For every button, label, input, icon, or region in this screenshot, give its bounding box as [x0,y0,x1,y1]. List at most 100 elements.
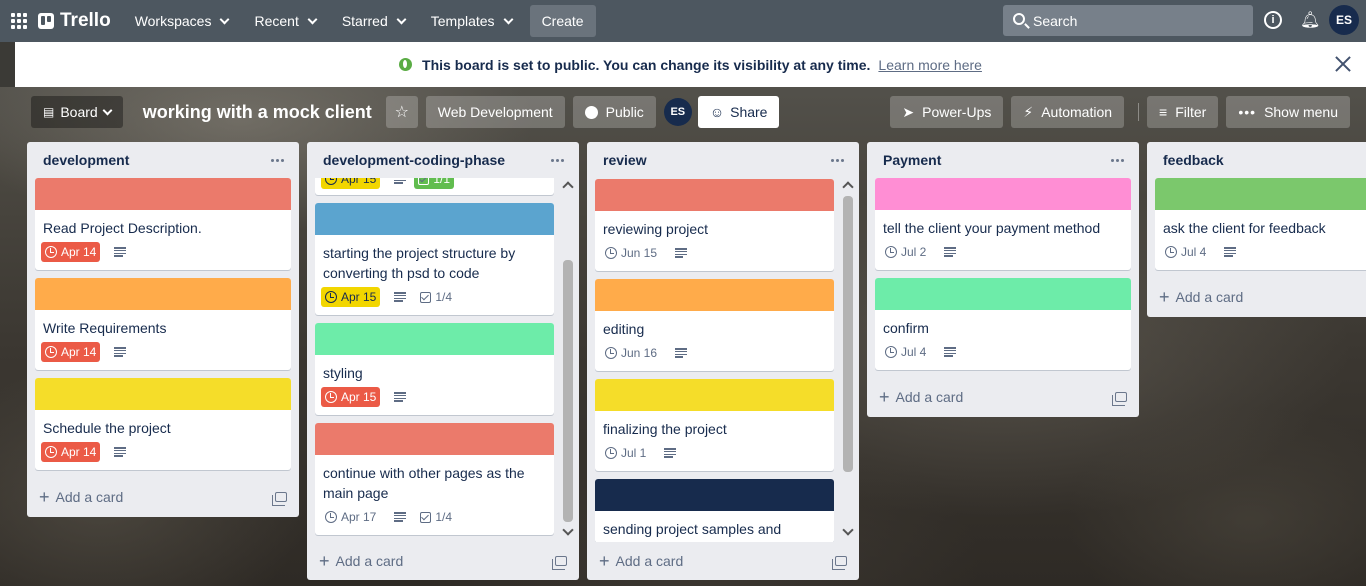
trello-logo[interactable]: Trello [38,10,111,32]
due-date-badge[interactable]: Apr 14 [41,242,101,262]
brand-name: Trello [60,10,111,31]
notifications-bell-icon[interactable]: 🔔︎ [1300,10,1320,30]
list-menu-icon[interactable] [827,158,847,162]
clock-icon [45,446,57,458]
list-header[interactable]: review [587,142,859,178]
list-header[interactable]: development-coding-phase [307,142,579,178]
visibility-button[interactable]: Public [572,96,656,128]
search-icon [1013,13,1025,25]
automation-button[interactable]: ⚡︎ Automation [1011,96,1125,128]
starred-menu[interactable]: Starred [332,5,415,37]
search-input[interactable]: Search [1003,5,1253,36]
info-icon[interactable]: i [1264,11,1282,29]
scroll-down-arrow[interactable] [842,524,854,536]
due-date-badge[interactable]: Apr 15 [321,387,381,407]
create-button[interactable]: Create [529,5,596,37]
description-icon [114,347,127,357]
card[interactable]: continue with other pages as the main pa… [315,423,554,535]
scrollbar-thumb[interactable] [563,260,573,522]
card-title: tell the client your payment method [883,220,1101,236]
add-card-button[interactable]: + Add a card [27,478,299,516]
close-icon[interactable] [1334,55,1352,73]
account-avatar[interactable]: ES [1329,5,1359,35]
list-title[interactable]: review [603,152,647,168]
plus-icon: + [879,387,890,407]
list-cards-scroll[interactable]: Apr 15 1/1 starting the project structure… [307,178,579,542]
board-title[interactable]: working with a mock client [143,102,372,123]
templates-menu[interactable]: Templates [421,5,522,37]
checklist-count: 1/4 [435,290,453,304]
list-title[interactable]: development-coding-phase [323,152,505,168]
due-date-badge[interactable]: Jul 2 [881,242,930,262]
due-date-badge[interactable]: Jun 16 [601,343,661,363]
due-date-badge[interactable]: Jul 4 [1161,242,1210,262]
clock-icon [325,391,337,403]
card[interactable]: finalizing the project Jul 1 [595,379,834,471]
list-review: review reviewing project Jun 15 editing … [587,142,859,580]
card-title: ask the client for feedback [1163,220,1326,236]
due-date-badge[interactable]: Apr 15 [321,287,381,307]
due-date-badge[interactable]: Apr 15 [321,178,381,189]
card-cover [35,178,291,210]
list-title[interactable]: feedback [1163,152,1224,168]
list-title[interactable]: Payment [883,152,941,168]
star-board-icon[interactable]: ☆ [385,96,418,128]
card-template-icon[interactable] [552,556,567,570]
workspaces-menu[interactable]: Workspaces [125,5,239,37]
card[interactable]: confirm Jul 4 [875,278,1131,370]
app-switcher-icon[interactable] [8,10,30,32]
workspace-button[interactable]: Web Development [425,96,565,128]
card[interactable]: reviewing project Jun 15 [595,179,834,271]
description-icon [394,512,407,522]
top-nav: Trello Workspaces Recent Starred Templat… [0,0,1366,42]
board-view-switcher[interactable]: ▤ Board [31,96,123,128]
card[interactable]: editing Jun 16 [595,279,834,371]
due-date-badge[interactable]: Apr 14 [41,442,101,462]
card-template-icon[interactable] [1112,392,1127,406]
list-menu-icon[interactable] [267,158,287,162]
due-date-badge[interactable]: Jul 1 [601,443,650,463]
scrollbar-thumb[interactable] [843,196,853,472]
list-header[interactable]: Payment [867,142,1139,178]
card-template-icon[interactable] [832,556,847,570]
card[interactable]: tell the client your payment method Jul … [875,178,1131,270]
card[interactable]: Read Project Description. Apr 14 [35,178,291,270]
due-date-badge[interactable]: Jun 15 [601,243,661,263]
list-menu-icon[interactable] [547,158,567,162]
list-header[interactable]: development [27,142,299,178]
due-date-badge[interactable]: Apr 17 [321,507,380,527]
add-card-button[interactable]: + Add a card [867,378,1139,416]
card[interactable]: starting the project structure by conver… [315,203,554,315]
list-menu-icon[interactable] [1107,158,1127,162]
card[interactable]: styling Apr 15 [315,323,554,415]
learn-more-link[interactable]: Learn more here [878,57,982,73]
add-card-button[interactable]: + Add a card [1147,278,1366,316]
add-card-button[interactable]: + Add a card [587,542,859,580]
card[interactable]: Write Requirements Apr 14 [35,278,291,370]
card[interactable]: sending project samples and [595,479,834,542]
globe-icon [399,58,413,71]
power-ups-button[interactable]: ➤ Power-Ups [890,96,1004,128]
share-button[interactable]: ☺ Share [697,96,780,128]
scroll-up-arrow[interactable] [562,181,574,193]
list-cards-scroll[interactable]: reviewing project Jun 15 editing Jun 16 … [587,178,859,542]
due-date-badge[interactable]: Jul 4 [881,342,930,362]
scroll-down-arrow[interactable] [562,524,574,536]
list-header[interactable]: feedback [1147,142,1366,178]
recent-menu[interactable]: Recent [244,5,325,37]
scroll-up-arrow[interactable] [842,181,854,193]
card-partial[interactable]: Apr 15 1/1 [315,178,554,195]
sidebar-collapsed-strip[interactable] [0,42,15,87]
due-date-badge[interactable]: Apr 14 [41,342,101,362]
member-avatar[interactable]: ES [663,98,692,126]
list-title[interactable]: development [43,152,129,168]
card-template-icon[interactable] [272,492,287,506]
add-card-button[interactable]: + Add a card [307,542,579,580]
filter-button[interactable]: ≡ Filter [1147,96,1219,128]
card[interactable]: ask the client for feedback Jul 4 [1155,178,1366,270]
due-date: Jun 16 [621,346,658,360]
card[interactable]: Schedule the project Apr 14 [35,378,291,470]
clock-icon [1165,246,1177,258]
filter-label: Filter [1175,104,1207,120]
show-menu-button[interactable]: ••• Show menu [1226,96,1350,128]
